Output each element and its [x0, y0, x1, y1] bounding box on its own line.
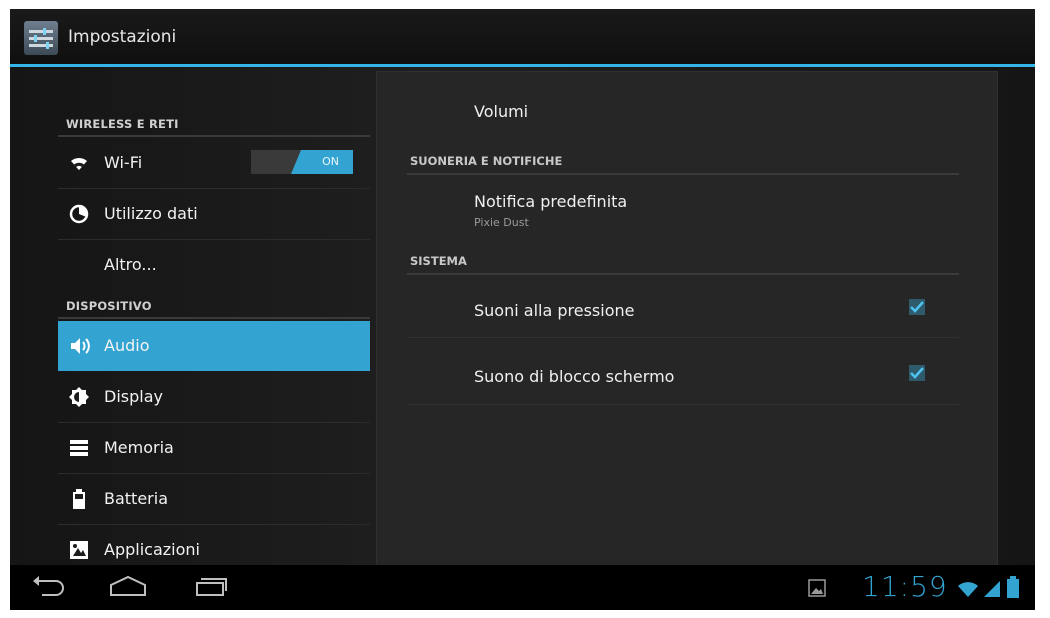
apps-icon	[70, 541, 88, 559]
screen-lock-sound-label[interactable]: Suono di blocco schermo	[474, 367, 674, 386]
section-divider	[58, 317, 370, 319]
wifi-toggle[interactable]: ON	[251, 150, 353, 174]
battery-icon	[73, 489, 85, 509]
speaker-icon	[71, 338, 90, 354]
default-notification-value: Pixie Dust	[474, 216, 529, 229]
settings-content: WIRELESS E RETI Wi-Fi ON Utilizzo dati A…	[10, 67, 1035, 565]
row-divider	[407, 404, 959, 405]
sidebar-item-label: Memoria	[104, 438, 174, 457]
volume-setting[interactable]: Volumi	[474, 102, 528, 121]
settings-app-icon[interactable]	[24, 21, 58, 55]
section-header-ringtone: SUONERIA E NOTIFICHE	[410, 154, 563, 168]
toggle-on-thumb: ON	[291, 150, 353, 174]
sidebar-item-storage[interactable]: Memoria	[58, 423, 370, 474]
gallery-notification-icon[interactable]	[808, 579, 826, 597]
sidebar-item-label: Batteria	[104, 489, 168, 508]
section-divider	[407, 273, 959, 275]
navigation-bar: 11:59	[10, 565, 1035, 610]
brightness-icon	[69, 387, 89, 407]
sidebar-item-label: Audio	[104, 336, 150, 355]
sidebar-item-label: Utilizzo dati	[104, 204, 198, 223]
section-header-system: SISTEMA	[410, 254, 467, 268]
section-divider	[407, 173, 959, 175]
default-notification-title[interactable]: Notifica predefinita	[474, 192, 627, 211]
sidebar-item-label: Wi-Fi	[104, 153, 143, 172]
sidebar-item-display[interactable]: Display	[58, 372, 370, 423]
section-header-device: DISPOSITIVO	[66, 299, 152, 313]
sidebar-item-audio[interactable]: Audio	[58, 321, 370, 371]
detail-panel: Volumi SUONERIA E NOTIFICHE Notifica pre…	[377, 72, 997, 565]
sidebar-item-label: Display	[104, 387, 163, 406]
storage-icon	[70, 440, 88, 456]
screen-lock-sound-checkbox[interactable]	[909, 365, 925, 381]
settings-sidebar: WIRELESS E RETI Wi-Fi ON Utilizzo dati A…	[58, 67, 372, 565]
touch-sounds-checkbox[interactable]	[909, 299, 925, 315]
checkmark-icon	[910, 367, 924, 379]
row-divider	[407, 337, 959, 338]
home-icon[interactable]	[108, 575, 148, 599]
device-screen: Impostazioni WIRELESS E RETI Wi-Fi ON Ut…	[10, 9, 1035, 610]
toggle-state-label: ON	[322, 155, 339, 168]
sidebar-item-label: Applicazioni	[104, 540, 200, 559]
wifi-signal-icon	[958, 582, 978, 597]
status-clock: 11:59	[862, 570, 948, 603]
section-header-wireless: WIRELESS E RETI	[66, 117, 179, 131]
touch-sounds-label[interactable]: Suoni alla pressione	[474, 301, 634, 320]
battery-status-icon	[1007, 576, 1019, 598]
section-divider	[58, 135, 370, 137]
app-title: Impostazioni	[68, 27, 177, 47]
wifi-icon	[71, 157, 87, 170]
sidebar-item-label: Altro...	[104, 255, 157, 274]
back-icon[interactable]	[30, 575, 66, 599]
data-usage-icon	[69, 204, 89, 224]
sidebar-item-wifi[interactable]: Wi-Fi ON	[58, 138, 370, 189]
action-bar: Impostazioni	[10, 9, 1035, 67]
checkmark-icon	[910, 301, 924, 313]
sidebar-item-data-usage[interactable]: Utilizzo dati	[58, 189, 370, 240]
cell-signal-icon	[984, 581, 1000, 597]
sidebar-item-battery[interactable]: Batteria	[58, 474, 370, 525]
sidebar-item-more[interactable]: Altro...	[58, 240, 370, 290]
recent-apps-icon[interactable]	[194, 575, 228, 599]
